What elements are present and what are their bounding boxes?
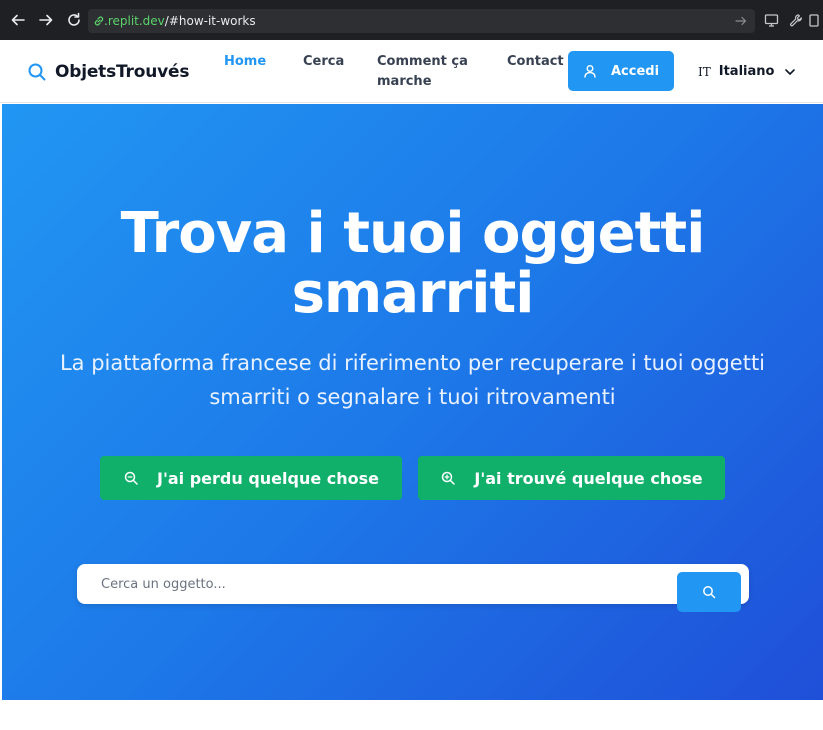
extension-icon[interactable] xyxy=(808,10,820,30)
hero-search-bar xyxy=(77,564,749,612)
address-bar[interactable]: .replit.dev/#how-it-works xyxy=(88,9,755,33)
nav-contact[interactable]: Contact xyxy=(507,52,564,72)
url-domain: .replit.dev xyxy=(104,14,165,28)
site-header: ObjetsTrouvés Home Cerca Comment ça marc… xyxy=(0,40,823,103)
lost-item-button[interactable]: J'ai perdu quelque chose xyxy=(100,456,402,500)
hero-subtitle: La piattaforma francese di riferimento p… xyxy=(59,351,766,409)
hero-section: Trova i tuoi oggetti smarriti La piattaf… xyxy=(2,104,823,700)
nav-home[interactable]: Home xyxy=(224,52,266,72)
search-input[interactable] xyxy=(101,564,661,604)
login-button[interactable]: Accedi xyxy=(568,51,674,91)
back-arrow-icon[interactable] xyxy=(8,10,28,30)
url-text: .replit.dev/#how-it-works xyxy=(104,14,256,28)
language-code: IT xyxy=(698,64,711,79)
link-icon xyxy=(93,15,105,27)
found-item-button[interactable]: J'ai trouvé quelque chose xyxy=(418,456,725,500)
reload-icon[interactable] xyxy=(64,10,84,30)
monitor-icon[interactable] xyxy=(761,10,781,30)
forward-arrow-icon[interactable] xyxy=(36,10,56,30)
found-item-label: J'ai trouvé quelque chose xyxy=(474,468,703,488)
page-bottom xyxy=(0,700,823,730)
search-button[interactable] xyxy=(677,572,741,612)
hero-title: Trova i tuoi oggetti smarriti xyxy=(120,201,706,326)
login-label: Accedi xyxy=(610,63,660,79)
go-icon[interactable] xyxy=(735,15,747,27)
brand-logo[interactable]: ObjetsTrouvés xyxy=(27,62,189,82)
lost-item-label: J'ai perdu quelque chose xyxy=(157,468,379,488)
wrench-icon[interactable] xyxy=(786,10,806,30)
user-icon xyxy=(583,64,597,78)
chevron-down-icon xyxy=(784,66,796,78)
nav-search[interactable]: Cerca xyxy=(303,52,344,72)
brand-name: ObjetsTrouvés xyxy=(55,62,190,82)
browser-toolbar: .replit.dev/#how-it-works xyxy=(0,0,823,40)
zoom-search-icon xyxy=(440,470,456,486)
nav-how-it-works[interactable]: Comment ça marche xyxy=(377,52,477,92)
url-path: /#how-it-works xyxy=(164,14,256,28)
zoom-search-icon xyxy=(123,470,139,486)
language-label: Italiano xyxy=(718,64,775,79)
search-icon xyxy=(27,62,47,82)
search-icon xyxy=(702,585,716,599)
language-selector[interactable]: IT Italiano xyxy=(698,64,796,79)
